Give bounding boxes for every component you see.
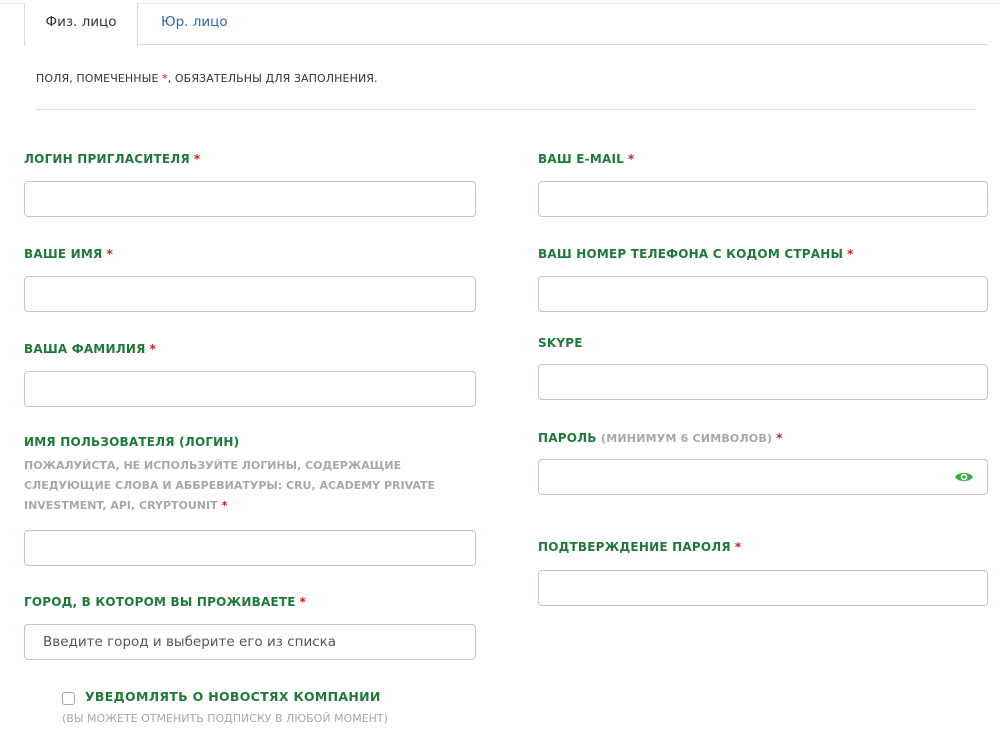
password-confirm-label-text: ПОДТВЕРЖДЕНИЕ ПАРОЛЯ	[538, 540, 731, 554]
phone-label: ВАШ НОМЕР ТЕЛЕФОНА С КОДОМ СТРАНЫ *	[538, 247, 854, 261]
skype-label: SKYPE	[538, 336, 583, 350]
username-help: ПОЖАЛУЙСТА, НЕ ИСПОЛЬЗУЙТЕ ЛОГИНЫ, СОДЕР…	[24, 456, 474, 516]
password-confirm-input[interactable]	[538, 570, 988, 606]
password-hint: (МИНИМУМ 6 СИМВОЛОВ)	[601, 432, 773, 445]
required-star: *	[299, 595, 307, 609]
required-star: *	[776, 431, 783, 445]
email-label: ВАШ E-MAIL *	[538, 152, 634, 166]
email-input[interactable]	[538, 181, 988, 217]
last-name-label-text: ВАША ФАМИЛИЯ	[24, 342, 146, 356]
inviter-login-input[interactable]	[24, 181, 476, 217]
eye-icon[interactable]	[954, 469, 974, 488]
first-name-label-text: ВАШЕ ИМЯ	[24, 247, 103, 261]
first-name-label: ВАШЕ ИМЯ *	[24, 247, 113, 261]
newsletter-checkbox[interactable]	[62, 692, 75, 705]
password-confirm-label: ПОДТВЕРЖДЕНИЕ ПАРОЛЯ *	[538, 540, 741, 554]
tab-individual[interactable]: Физ. лицо	[24, 3, 138, 46]
inviter-login-label: ЛОГИН ПРИГЛАСИТЕЛЯ *	[24, 152, 200, 166]
required-star: *	[106, 247, 113, 261]
last-name-input[interactable]	[24, 371, 476, 407]
required-fields-notice: ПОЛЯ, ПОМЕЧЕННЫЕ *, ОБЯЗАТЕЛЬНЫ ДЛЯ ЗАПО…	[36, 72, 378, 85]
password-label: ПАРОЛЬ (МИНИМУМ 6 СИМВОЛОВ) *	[538, 431, 783, 445]
required-star: *	[847, 247, 854, 261]
notice-text-before: ПОЛЯ, ПОМЕЧЕННЫЕ	[36, 72, 163, 85]
password-field	[538, 459, 988, 495]
password-label-text: ПАРОЛЬ	[538, 431, 597, 445]
password-input[interactable]	[538, 459, 988, 495]
tab-legal-entity[interactable]: Юр. лицо	[143, 3, 246, 45]
required-star: *	[193, 152, 201, 166]
city-label: ГОРОД, В КОТОРОМ ВЫ ПРОЖИВАЕТЕ *	[24, 595, 306, 609]
last-name-label: ВАША ФАМИЛИЯ *	[24, 342, 156, 356]
tabs-divider	[24, 44, 988, 45]
newsletter-label[interactable]: УВЕДОМЛЯТЬ О НОВОСТЯХ КОМПАНИИ	[85, 689, 381, 704]
phone-input[interactable]	[538, 276, 988, 312]
username-input[interactable]	[24, 530, 476, 566]
username-help-text: ПОЖАЛУЙСТА, НЕ ИСПОЛЬЗУЙТЕ ЛОГИНЫ, СОДЕР…	[24, 459, 436, 512]
first-name-input[interactable]	[24, 276, 476, 312]
required-star: *	[149, 342, 157, 356]
city-input[interactable]	[24, 624, 476, 660]
required-star: *	[221, 499, 228, 512]
required-star: *	[627, 152, 635, 166]
username-label: ИМЯ ПОЛЬЗОВАТЕЛЯ (ЛОГИН)	[24, 435, 240, 449]
dotted-divider	[36, 109, 976, 110]
eye-icon-svg	[955, 472, 973, 482]
phone-label-text: ВАШ НОМЕР ТЕЛЕФОНА С КОДОМ СТРАНЫ	[538, 247, 844, 261]
inviter-login-label-text: ЛОГИН ПРИГЛАСИТЕЛЯ	[24, 152, 190, 166]
newsletter-sublabel: (ВЫ МОЖЕТЕ ОТМЕНИТЬ ПОДПИСКУ В ЛЮБОЙ МОМ…	[62, 712, 388, 725]
notice-text-after: , ОБЯЗАТЕЛЬНЫ ДЛЯ ЗАПОЛНЕНИЯ.	[167, 72, 378, 85]
skype-input[interactable]	[538, 364, 988, 400]
email-label-text: ВАШ E-MAIL	[538, 152, 624, 166]
city-label-text: ГОРОД, В КОТОРОМ ВЫ ПРОЖИВАЕТЕ	[24, 595, 296, 609]
required-star: *	[734, 540, 742, 554]
